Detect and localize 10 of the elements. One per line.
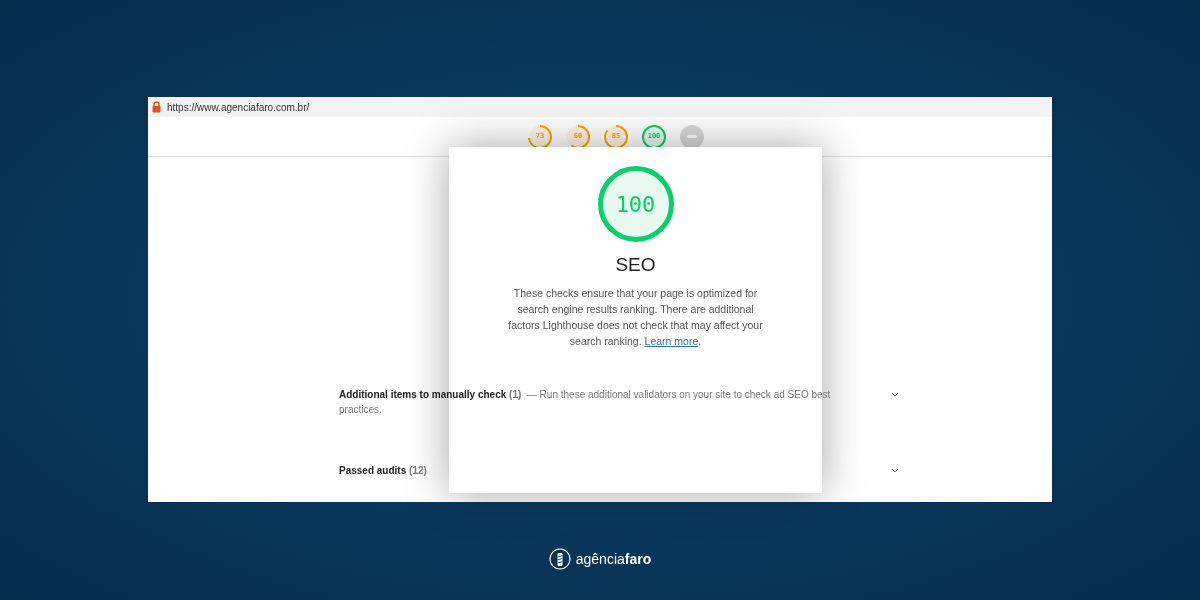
lock-icon	[152, 101, 161, 113]
category-title: SEO	[615, 253, 656, 277]
brand-name: agênciafaro	[575, 549, 652, 569]
audit-group-text: Passed audits (12)	[339, 464, 428, 478]
category-description: These checks ensure that your page is optimized for search engine results ranking. There are additional factors Lighthouse does not check that may affect your search ranking. Learn more.	[507, 285, 764, 349]
score-value: 100	[615, 190, 656, 219]
url-text[interactable]: https://www.agenciafaro.com.br/	[167, 99, 310, 115]
lighthouse-logo-icon	[548, 548, 571, 570]
audit-group-header[interactable]: Passed audits (12)	[339, 463, 899, 478]
pwa-gauge[interactable]	[680, 124, 704, 149]
